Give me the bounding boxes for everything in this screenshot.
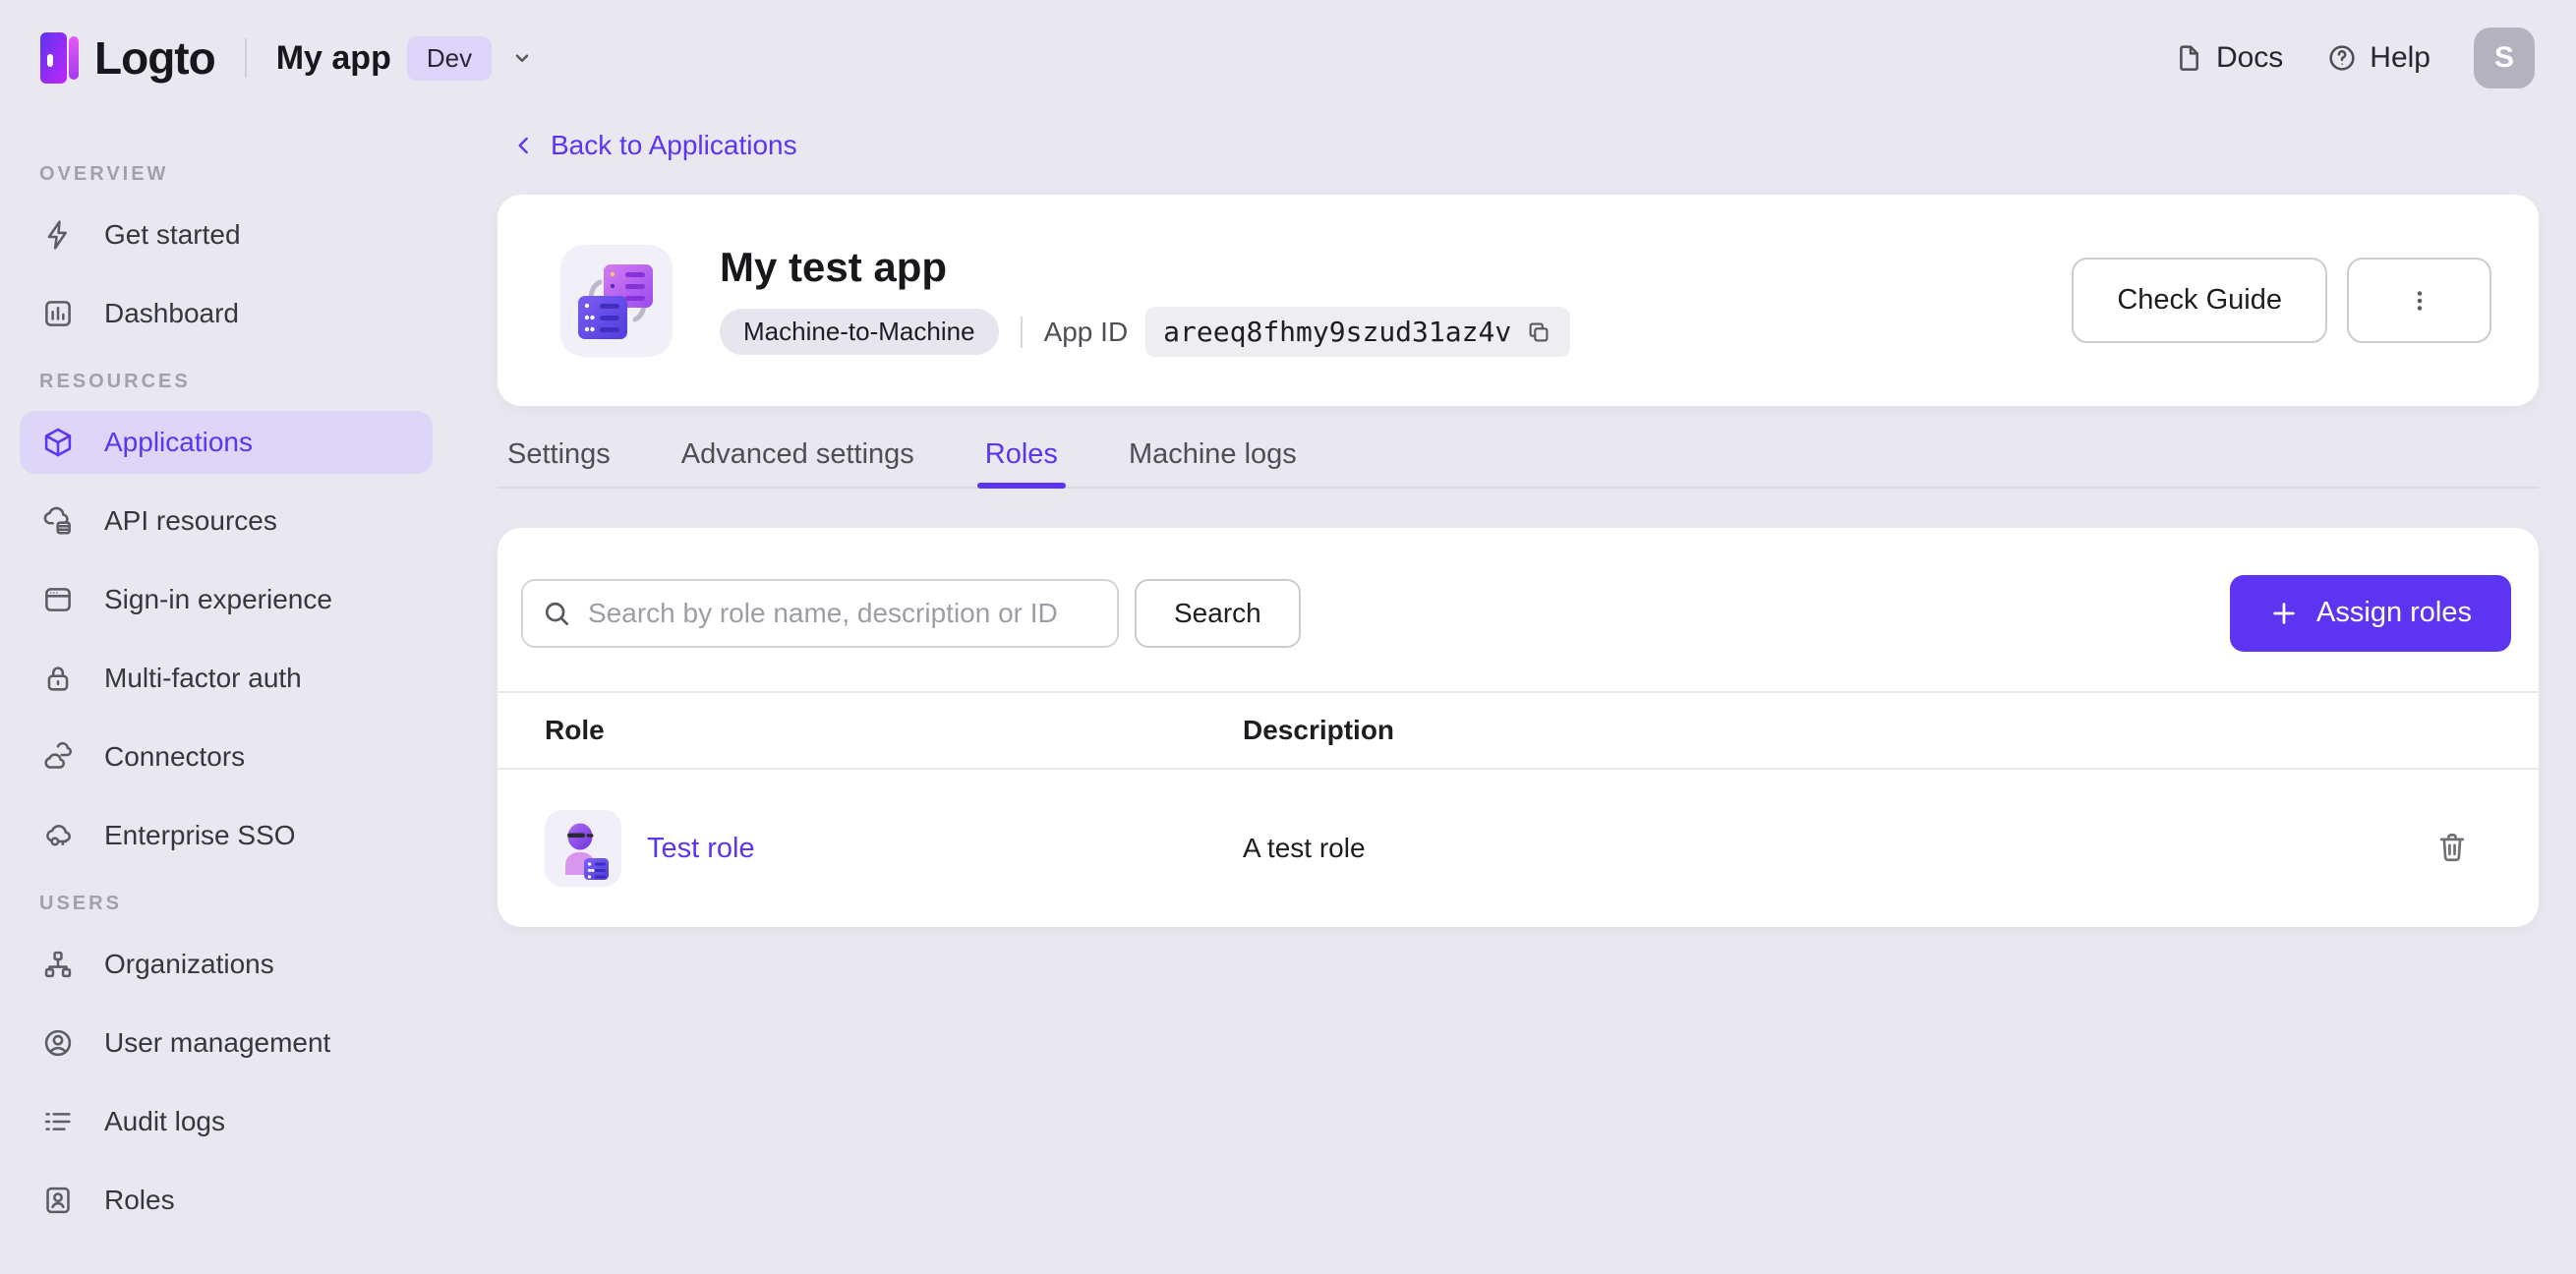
cloud-key-icon (41, 819, 75, 852)
tenant-name: My app (275, 38, 391, 77)
document-icon (2173, 42, 2204, 74)
search-icon (541, 598, 572, 629)
meta-divider (1020, 316, 1023, 348)
sidebar-item-applications[interactable]: Applications (20, 411, 433, 474)
clouds-icon (41, 740, 75, 774)
roles-table-header: Role Description (498, 691, 2539, 770)
help-label: Help (2370, 41, 2430, 74)
tenant-selector[interactable]: My app Dev (275, 35, 537, 81)
app-id-value: areeq8fhmy9szud31az4v (1163, 316, 1512, 348)
sidebar: OVERVIEW Get started Dashboard RESOURCES… (0, 116, 452, 1274)
table-row: Test role A test role (498, 770, 2539, 927)
sidebar-item-enterprise-sso[interactable]: Enterprise SSO (20, 804, 433, 867)
list-icon (41, 1105, 75, 1138)
sidebar-section-resources: RESOURCES (39, 371, 191, 392)
org-chart-icon (41, 948, 75, 981)
sidebar-item-multi-factor-auth[interactable]: Multi-factor auth (20, 647, 433, 710)
app-id-label: App ID (1043, 316, 1129, 347)
search-button[interactable]: Search (1135, 578, 1301, 648)
id-card-icon (41, 1184, 75, 1217)
main-content: Back to Applications My test app Machine… (452, 116, 2576, 1274)
chevron-down-icon (507, 43, 537, 73)
sidebar-item-sign-in-experience[interactable]: Sign-in experience (20, 568, 433, 631)
check-guide-button[interactable]: Check Guide (2072, 258, 2327, 343)
sidebar-section-overview: OVERVIEW (39, 163, 169, 185)
sidebar-item-get-started[interactable]: Get started (20, 203, 433, 266)
assign-roles-button[interactable]: Assign roles (2230, 574, 2511, 652)
app-header-card: My test app Machine-to-Machine App ID ar… (498, 195, 2539, 406)
brand-wordmark: Logto (94, 32, 216, 84)
roles-panel: Search Assign roles Role Description (498, 528, 2539, 927)
lightning-icon (41, 218, 75, 252)
search-box (521, 578, 1119, 648)
tab-advanced-settings[interactable]: Advanced settings (681, 422, 914, 487)
column-header-description: Description (1243, 715, 1395, 745)
machine-to-machine-app-icon (560, 244, 673, 357)
role-avatar-icon (545, 810, 621, 887)
app-root: Logto My app Dev Docs Help S OVERVIEW Ge… (0, 0, 2576, 1274)
sidebar-item-dashboard[interactable]: Dashboard (20, 282, 433, 345)
trash-icon (2434, 830, 2470, 865)
sidebar-item-connectors[interactable]: Connectors (20, 725, 433, 788)
logto-logo[interactable]: Logto (39, 31, 216, 85)
chevron-left-icon (511, 133, 537, 158)
sidebar-item-roles[interactable]: Roles (20, 1169, 433, 1232)
user-avatar[interactable]: S (2474, 28, 2535, 88)
cloud-database-icon (41, 504, 75, 538)
back-to-applications-link[interactable]: Back to Applications (511, 130, 797, 161)
cube-icon (41, 426, 75, 459)
tab-settings[interactable]: Settings (507, 422, 611, 487)
logto-door-icon (39, 31, 81, 85)
app-detail-tabs: Settings Advanced settings Roles Machine… (498, 422, 2539, 489)
sidebar-item-user-management[interactable]: User management (20, 1012, 433, 1074)
sidebar-item-api-resources[interactable]: API resources (20, 490, 433, 552)
role-description: A test role (1243, 833, 1366, 863)
tab-machine-logs[interactable]: Machine logs (1129, 422, 1297, 487)
browser-window-icon (41, 583, 75, 616)
topbar: Logto My app Dev Docs Help S (0, 0, 2576, 116)
user-circle-icon (41, 1026, 75, 1060)
app-title: My test app (720, 244, 948, 290)
lock-icon (41, 662, 75, 695)
role-name-link[interactable]: Test role (647, 833, 755, 865)
question-circle-icon (2326, 42, 2358, 74)
sidebar-section-users: USERS (39, 893, 122, 914)
column-header-role: Role (545, 715, 605, 745)
bar-chart-icon (41, 297, 75, 330)
docs-button[interactable]: Docs (2173, 41, 2283, 75)
env-badge: Dev (406, 35, 493, 81)
roles-toolbar: Search Assign roles (498, 528, 2539, 666)
copy-icon[interactable] (1525, 318, 1552, 346)
help-button[interactable]: Help (2326, 41, 2430, 75)
search-input[interactable] (521, 578, 1119, 648)
tab-roles[interactable]: Roles (976, 422, 1067, 489)
brand-divider (244, 38, 247, 78)
kebab-menu-icon (2405, 286, 2434, 316)
app-id-chip[interactable]: areeq8fhmy9szud31az4v (1145, 307, 1571, 357)
delete-role-button[interactable] (2429, 824, 2476, 874)
app-type-badge: Machine-to-Machine (720, 309, 999, 355)
sidebar-item-audit-logs[interactable]: Audit logs (20, 1090, 433, 1153)
more-actions-button[interactable] (2347, 258, 2491, 343)
sidebar-item-organizations[interactable]: Organizations (20, 933, 433, 996)
plus-icon (2269, 599, 2299, 628)
docs-label: Docs (2215, 41, 2284, 74)
